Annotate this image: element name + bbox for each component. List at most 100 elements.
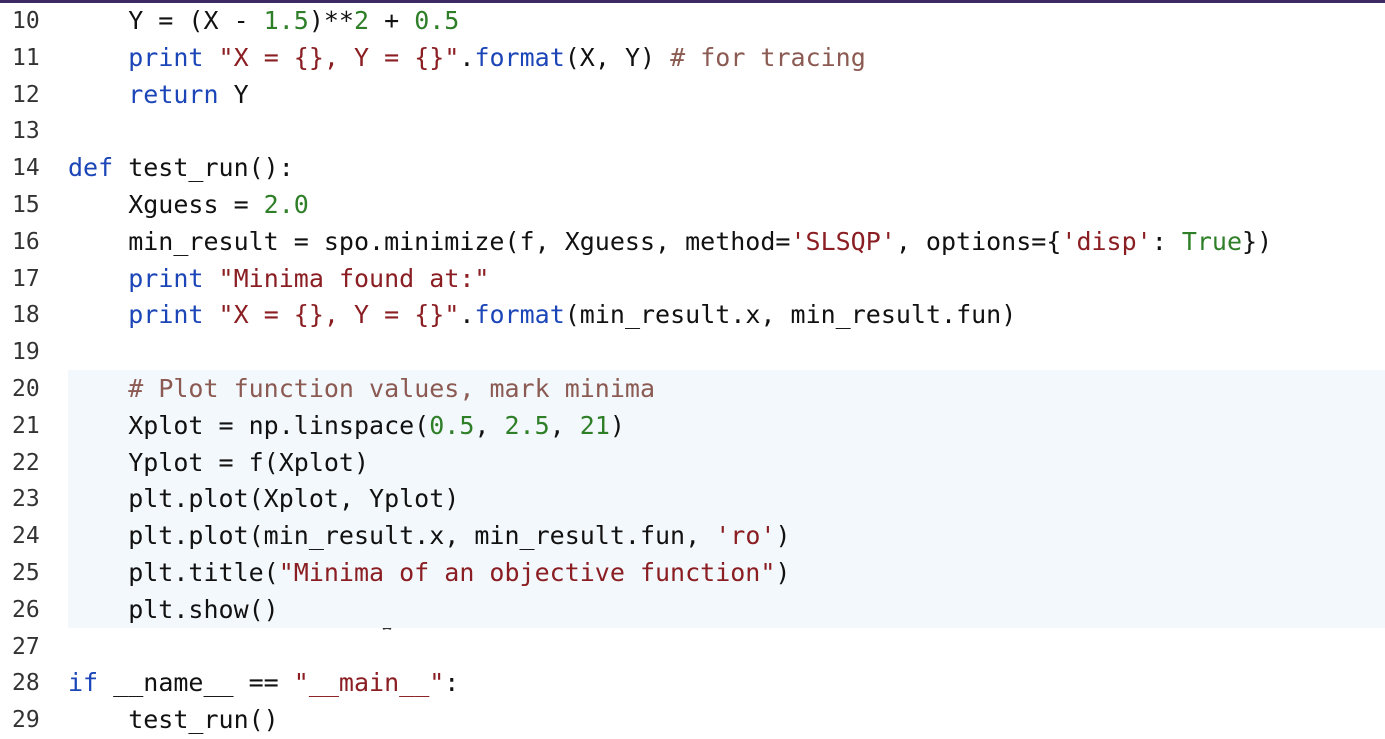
- code-text[interactable]: Xplot = np.linspace(0.5, 2.5, 21): [68, 410, 625, 442]
- code-line[interactable]: 26 plt.show(): [0, 590, 1385, 631]
- code-line[interactable]: 15 Xguess = 2.0: [0, 189, 1385, 226]
- code-token: 0.5: [414, 6, 460, 35]
- code-token: test_run():: [113, 153, 294, 183]
- code-line[interactable]: 12 return Y: [0, 79, 1385, 116]
- code-line[interactable]: 28 if __name__ == "__main__":: [0, 667, 1385, 704]
- code-line[interactable]: 17 print "Minima found at:": [0, 263, 1385, 300]
- code-text[interactable]: plt.plot(Xplot, Yplot): [68, 483, 459, 515]
- code-token: 2: [353, 6, 370, 35]
- code-text[interactable]: plt.show(): [68, 594, 279, 626]
- code-token: ,: [549, 410, 580, 440]
- line-number: 28: [12, 670, 40, 697]
- code-token: Xplot = np.linspace(: [68, 410, 430, 440]
- code-token: ,: [474, 410, 505, 440]
- line-number: 16: [12, 228, 40, 255]
- code-text[interactable]: plt.plot(min_result.x, min_result.fun, '…: [68, 520, 791, 552]
- code-line[interactable]: 19: [0, 336, 1385, 373]
- code-line[interactable]: 20 # Plot function values, mark minima: [0, 370, 1385, 410]
- code-text[interactable]: def test_run():: [68, 152, 294, 184]
- code-token: ): [775, 521, 791, 551]
- code-text[interactable]: return Y: [68, 79, 249, 111]
- code-token: # Plot function values, mark minima: [128, 374, 656, 403]
- code-text[interactable]: Xguess = 2.0: [68, 189, 309, 221]
- line-number: 13: [12, 118, 40, 145]
- code-line[interactable]: 21 Xplot = np.linspace(0.5, 2.5, 21): [0, 406, 1385, 447]
- code-token: (X, Y): [564, 42, 671, 72]
- code-token: Yplot = f(Xplot): [68, 447, 370, 477]
- code-token: .: [459, 42, 475, 72]
- line-number: 15: [12, 192, 40, 218]
- code-line[interactable]: 18 print "X = {}, Y = {}".format(min_res…: [0, 299, 1385, 336]
- code-token: 2.0: [263, 190, 309, 219]
- code-text[interactable]: if __name__ == "__main__":: [68, 667, 459, 699]
- line-number: 27: [12, 633, 40, 660]
- line-number: 19: [12, 339, 40, 366]
- code-text[interactable]: test_run(): [68, 704, 279, 736]
- line-number: 10: [12, 8, 40, 34]
- code-line[interactable]: 13: [0, 115, 1385, 152]
- code-token: 21: [579, 410, 610, 440]
- code-token: 0.5: [429, 410, 475, 440]
- code-line[interactable]: 14 def test_run():: [0, 152, 1385, 189]
- code-token: __name__ ==: [98, 668, 294, 698]
- code-token: (min_result.x, min_result.fun): [564, 300, 1017, 330]
- line-number: 23: [12, 486, 40, 513]
- code-line[interactable]: 10 Y = (X - 1.5)**2 + 0.5: [0, 5, 1385, 42]
- code-token: print: [128, 300, 204, 330]
- line-number: 21: [12, 412, 40, 439]
- line-number: 22: [12, 449, 40, 476]
- code-line[interactable]: 22 Yplot = f(Xplot): [0, 443, 1385, 484]
- code-token: .: [459, 300, 475, 330]
- code-token: "__main__": [293, 668, 445, 698]
- line-number: 25: [12, 560, 40, 586]
- line-number: 18: [12, 302, 40, 329]
- code-token: def: [68, 153, 114, 183]
- code-token: True: [1181, 226, 1243, 256]
- code-token: ): [609, 410, 625, 440]
- code-line[interactable]: 16 min_result = spo.minimize(f, Xguess, …: [0, 226, 1385, 263]
- code-text[interactable]: Yplot = f(Xplot): [68, 447, 369, 479]
- code-token: 'SLSQP': [790, 226, 896, 256]
- code-token: :: [444, 668, 460, 698]
- code-line[interactable]: 11 print "X = {}, Y = {}".format(X, Y) #…: [0, 42, 1385, 79]
- code-token: }): [1242, 226, 1273, 256]
- code-text[interactable]: # Plot function values, mark minima: [68, 373, 655, 405]
- code-token: Y: [218, 79, 249, 109]
- code-token: "Minima found at:": [218, 263, 490, 293]
- code-token: "X = {}, Y = {}": [218, 300, 460, 330]
- line-number: 26: [12, 596, 40, 623]
- code-token: return: [128, 79, 219, 109]
- code-token: test_run(): [68, 705, 279, 735]
- code-token: print: [128, 42, 204, 72]
- code-token: :: [1151, 226, 1182, 256]
- code-token: , options={: [895, 226, 1062, 256]
- line-number: 20: [12, 376, 40, 402]
- code-text[interactable]: print "X = {}, Y = {}".format(min_result…: [68, 299, 1016, 331]
- code-line[interactable]: 23 plt.plot(Xplot, Yplot): [0, 480, 1385, 520]
- code-line[interactable]: 27: [0, 631, 1385, 668]
- code-text[interactable]: Y = (X - 1.5)**2 + 0.5: [68, 5, 459, 37]
- code-token: Y = (X -: [68, 6, 264, 35]
- code-text[interactable]: print "X = {}, Y = {}".format(X, Y) # fo…: [68, 42, 866, 74]
- code-token: plt.title(: [68, 558, 279, 587]
- code-text[interactable]: min_result = spo.minimize(f, Xguess, met…: [68, 226, 1272, 258]
- code-editor[interactable]: 10 Y = (X - 1.5)**2 + 0.5 11 print "X = {…: [0, 0, 1385, 739]
- code-line[interactable]: 29 test_run(): [0, 704, 1385, 739]
- code-text[interactable]: print "Minima found at:": [68, 263, 489, 295]
- code-token: format: [474, 42, 565, 72]
- code-token: plt.plot(Xplot, Yplot): [68, 484, 460, 514]
- code-token: # for tracing: [670, 42, 866, 72]
- line-number: 17: [12, 265, 40, 292]
- code-line[interactable]: 25 plt.title("Minima of an objective fun…: [0, 554, 1385, 594]
- code-token: 'disp': [1061, 226, 1152, 256]
- code-token: plt.show(): [68, 594, 279, 624]
- code-text[interactable]: plt.title("Minima of an objective functi…: [68, 557, 790, 589]
- code-line[interactable]: 24 plt.plot(min_result.x, min_result.fun…: [0, 517, 1385, 557]
- line-number: 14: [12, 155, 40, 182]
